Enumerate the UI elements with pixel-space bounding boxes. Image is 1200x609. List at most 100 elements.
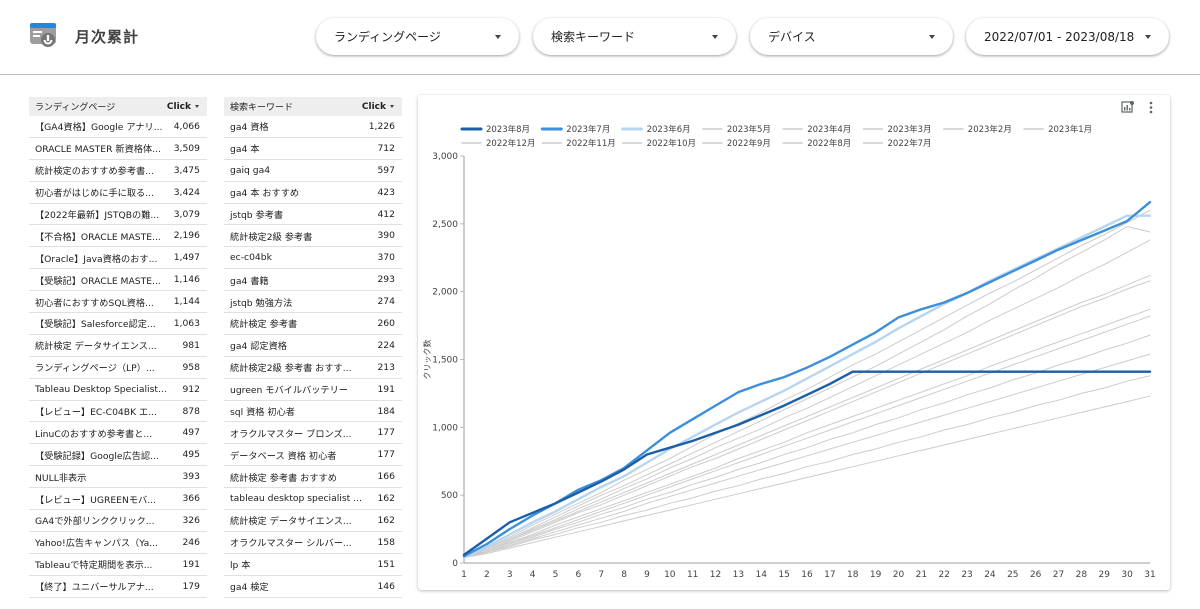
table-row[interactable]: 統計検定 データサイエンス... 162: [224, 510, 402, 532]
legend-item[interactable]: 2023年1月: [1048, 124, 1092, 135]
x-tick-label: 1: [461, 570, 467, 580]
row-click-value: 162: [377, 493, 395, 505]
row-click-value: 151: [377, 558, 395, 570]
legend-item[interactable]: 2022年12月: [486, 138, 535, 149]
row-click-value: 177: [377, 449, 395, 461]
table-row[interactable]: tableau desktop specialist ... 162: [224, 488, 402, 511]
series-line[interactable]: [463, 375, 1151, 559]
column-header-click[interactable]: Click: [167, 102, 207, 112]
series-line[interactable]: [463, 274, 1151, 559]
search-keyword-filter[interactable]: 検索キーワード: [533, 18, 736, 55]
table-row[interactable]: 【GA4資格】Google アナリ... 4,066: [29, 116, 207, 138]
table-row[interactable]: 【受験記】ORACLE MASTE... 1,146: [29, 269, 207, 292]
table-row[interactable]: Tableauで特定期間を表示... 191: [29, 554, 207, 576]
table-row[interactable]: 【不合格】ORACLE MASTE... 2,196: [29, 225, 207, 248]
y-tick-label: 3,000: [432, 152, 458, 162]
table-row[interactable]: 初心者におすすめSQL資格... 1,144: [29, 291, 207, 314]
table-row[interactable]: ga4 認定資格 224: [224, 335, 402, 357]
row-label: ugreen モバイルバッテリー: [230, 385, 348, 397]
row-click-value: 390: [377, 230, 395, 242]
table-row[interactable]: ec-c04bk 370: [224, 247, 402, 270]
column-header-search-keyword[interactable]: 検索キーワード: [224, 100, 362, 113]
row-label: 【レビュー】UGREENモバ...: [35, 494, 156, 506]
table-row[interactable]: ugreen モバイルバッテリー 191: [224, 379, 402, 401]
legend-item[interactable]: 2023年4月: [807, 124, 851, 135]
more-vert-icon[interactable]: [1144, 100, 1158, 114]
y-axis-label: クリック数: [422, 340, 432, 380]
legend-item[interactable]: 2022年10月: [647, 138, 696, 149]
table-row[interactable]: 【レビュー】EC-C04BK エ... 878: [29, 401, 207, 423]
table-row[interactable]: sql 資格 初心者 184: [224, 401, 402, 423]
table-row[interactable]: 統計検定2級 参考書 390: [224, 225, 402, 248]
table-row[interactable]: ga4 検定 146: [224, 576, 402, 598]
table-row[interactable]: ga4 書籍 293: [224, 269, 402, 292]
table-row[interactable]: 【Oracle】Java資格のおす... 1,497: [29, 247, 207, 270]
row-label: jstqb 参考書: [230, 210, 284, 221]
table-row[interactable]: 【レビュー】UGREENモバ... 366: [29, 488, 207, 511]
table-row[interactable]: ランディングページ（LP）... 958: [29, 357, 207, 379]
legend-item[interactable]: 2022年7月: [888, 138, 932, 149]
table-row[interactable]: 【2022年最新】JSTQBの難... 3,079: [29, 204, 207, 226]
table-row[interactable]: 初心者がはじめに手に取る... 3,424: [29, 182, 207, 204]
table-row[interactable]: 【受験記】Salesforce認定... 1,063: [29, 313, 207, 335]
table-row[interactable]: オラクルマスター ブロンズ... 177: [224, 422, 402, 445]
row-click-value: 3,509: [173, 142, 200, 154]
table-row[interactable]: ga4 本 712: [224, 138, 402, 160]
table-row[interactable]: データベース 資格 初心者 177: [224, 444, 402, 467]
series-line[interactable]: [462, 214, 1152, 559]
table-row[interactable]: LinuCのおすすめ参考書と... 497: [29, 422, 207, 445]
x-tick-label: 28: [1076, 570, 1088, 580]
series-line[interactable]: [463, 308, 1151, 559]
row-click-value: 1,146: [173, 274, 200, 286]
table-row[interactable]: 統計検定2級 参考書 おすす... 213: [224, 357, 402, 379]
row-click-value: 191: [377, 383, 395, 395]
table-row[interactable]: 統計検定 参考書 おすすめ 166: [224, 466, 402, 489]
row-click-value: 3,475: [173, 164, 200, 176]
report-app-icon: [26, 20, 60, 52]
row-click-value: 981: [182, 339, 200, 351]
table-row[interactable]: 統計検定 データサイエンス... 981: [29, 335, 207, 357]
chart-settings-icon[interactable]: [1120, 100, 1134, 114]
x-tick-label: 19: [870, 570, 882, 580]
legend-item[interactable]: 2023年5月: [727, 124, 771, 135]
table-row[interactable]: 【受験記録】Google広告認... 495: [29, 444, 207, 467]
landing-page-filter[interactable]: ランディングページ: [316, 18, 519, 55]
column-header-click[interactable]: Click: [362, 102, 402, 112]
legend-item[interactable]: 2022年11月: [566, 138, 615, 149]
table-row[interactable]: オラクルマスター シルバー... 158: [224, 532, 402, 554]
table-row[interactable]: 統計検定のおすすめ参考書... 3,475: [29, 160, 207, 182]
table-row[interactable]: jstqb 参考書 412: [224, 204, 402, 226]
row-click-value: 370: [377, 252, 395, 264]
table-row[interactable]: gaiq ga4 597: [224, 160, 402, 182]
row-label: 統計検定 データサイエンス...: [35, 341, 157, 353]
legend-item[interactable]: 2022年9月: [727, 138, 771, 149]
report-header: 月次累計 ランディングページ 検索キーワード デバイス 2022/07/01 -…: [0, 0, 1200, 75]
legend-item[interactable]: 2023年6月: [647, 124, 691, 135]
chart-toolbar: [1120, 100, 1158, 114]
legend-item[interactable]: 2023年7月: [566, 124, 610, 135]
column-header-landing-page[interactable]: ランディングページ: [29, 100, 167, 113]
table-row[interactable]: Yahoo!広告キャンパス（Ya... 246: [29, 532, 207, 554]
legend-item[interactable]: 2022年8月: [807, 138, 851, 149]
device-filter[interactable]: デバイス: [750, 18, 953, 55]
table-row[interactable]: NULL非表示 393: [29, 466, 207, 489]
legend-item[interactable]: 2023年2月: [968, 124, 1012, 135]
table-row[interactable]: GA4で外部リンククリック... 326: [29, 510, 207, 532]
legend-item[interactable]: 2023年3月: [888, 124, 932, 135]
row-label: ga4 資格: [230, 122, 269, 134]
table-row[interactable]: 統計検定 参考書 260: [224, 313, 402, 335]
row-click-value: 912: [182, 383, 200, 395]
table-row[interactable]: ga4 本 おすすめ 423: [224, 182, 402, 204]
table-row[interactable]: lp 本 151: [224, 554, 402, 576]
series-line[interactable]: [463, 226, 1151, 559]
row-click-value: 958: [182, 361, 200, 373]
series-line[interactable]: [463, 353, 1151, 559]
table-row[interactable]: ga4 資格 1,226: [224, 116, 402, 138]
table-row[interactable]: Tableau Desktop Specialist... 912: [29, 379, 207, 401]
table-row[interactable]: jstqb 勉強方法 274: [224, 291, 402, 314]
row-click-value: 1,144: [173, 296, 200, 308]
table-row[interactable]: 【終了】ユニバーサルアナ... 179: [29, 576, 207, 598]
legend-item[interactable]: 2023年8月: [486, 124, 530, 135]
table-row[interactable]: ORACLE MASTER 新資格体... 3,509: [29, 138, 207, 160]
date-range-filter[interactable]: 2022/07/01 - 2023/08/18: [966, 18, 1169, 55]
